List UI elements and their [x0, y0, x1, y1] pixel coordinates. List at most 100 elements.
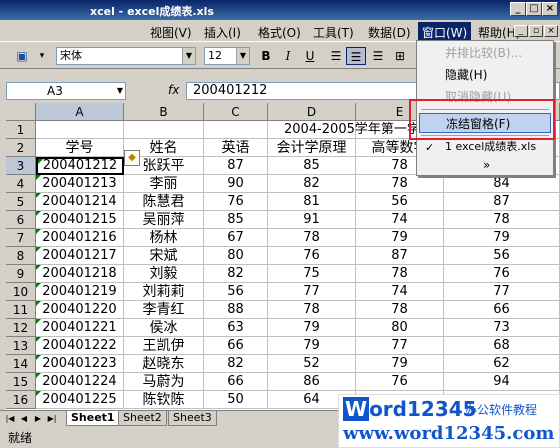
student-name-cell[interactable]: 王凯伊: [124, 337, 204, 355]
row-header[interactable]: 13: [6, 337, 36, 355]
student-name-cell[interactable]: 马蔚为: [124, 373, 204, 391]
first-sheet-icon[interactable]: |◀: [4, 413, 16, 425]
italic-button[interactable]: I: [278, 47, 298, 65]
menu-format[interactable]: 格式(O): [258, 24, 301, 41]
student-id-cell[interactable]: 200401221: [36, 319, 124, 337]
menu-view[interactable]: 视图(V): [150, 24, 192, 41]
menu-tools[interactable]: 工具(T): [313, 24, 354, 41]
score-cell[interactable]: 56: [444, 247, 560, 265]
last-sheet-icon[interactable]: ▶|: [46, 413, 58, 425]
row-header[interactable]: 14: [6, 355, 36, 373]
score-cell[interactable]: 79: [444, 229, 560, 247]
name-box[interactable]: A3 ▼: [6, 82, 126, 100]
menu-expand-icon[interactable]: »: [419, 155, 551, 175]
score-cell[interactable]: 78: [268, 301, 356, 319]
align-center-icon[interactable]: ☰: [346, 47, 366, 65]
row-header[interactable]: 12: [6, 319, 36, 337]
score-cell[interactable]: 94: [444, 373, 560, 391]
score-cell[interactable]: 67: [204, 229, 268, 247]
doc-restore-icon[interactable]: ▫: [529, 25, 543, 37]
student-id-cell[interactable]: 200401218: [36, 265, 124, 283]
score-cell[interactable]: 82: [268, 175, 356, 193]
student-id-cell[interactable]: 200401217: [36, 247, 124, 265]
score-cell[interactable]: 85: [204, 211, 268, 229]
student-name-cell[interactable]: 李丽: [124, 175, 204, 193]
row-header[interactable]: 8: [6, 247, 36, 265]
grid-cell[interactable]: [124, 121, 204, 139]
tab-sheet2[interactable]: Sheet2: [118, 411, 167, 426]
menu-item-compare-side-by-side[interactable]: 并排比较(B)...: [419, 43, 551, 63]
student-name-cell[interactable]: 赵晓东: [124, 355, 204, 373]
grid-cell[interactable]: [204, 121, 268, 139]
menu-item-hide[interactable]: 隐藏(H): [419, 65, 551, 85]
error-warning-icon[interactable]: ◆: [124, 150, 140, 166]
score-cell[interactable]: 56: [204, 283, 268, 301]
score-cell[interactable]: 76: [356, 373, 444, 391]
row-header[interactable]: 10: [6, 283, 36, 301]
bold-button[interactable]: B: [256, 47, 276, 65]
select-all-corner[interactable]: [6, 103, 36, 121]
student-id-cell[interactable]: 200401220: [36, 301, 124, 319]
score-cell[interactable]: 77: [444, 283, 560, 301]
score-cell[interactable]: 79: [356, 355, 444, 373]
student-id-cell[interactable]: 200401224: [36, 373, 124, 391]
score-cell[interactable]: 76: [204, 193, 268, 211]
menu-item-window-1[interactable]: 1 excel成绩表.xls: [419, 137, 551, 157]
font-size-combo[interactable]: 12 ▼: [204, 47, 250, 65]
chevron-down-icon[interactable]: ▼: [117, 83, 123, 99]
score-cell[interactable]: 73: [444, 319, 560, 337]
student-id-cell[interactable]: 200401222: [36, 337, 124, 355]
row-header[interactable]: 5: [6, 193, 36, 211]
score-cell[interactable]: 62: [444, 355, 560, 373]
student-id-cell[interactable]: 200401213: [36, 175, 124, 193]
row-header[interactable]: 16: [6, 391, 36, 409]
score-cell[interactable]: 78: [444, 211, 560, 229]
score-cell[interactable]: 82: [204, 265, 268, 283]
merge-center-icon[interactable]: ⊞: [390, 47, 410, 65]
save-icon[interactable]: ▣: [14, 48, 30, 64]
student-name-cell[interactable]: 刘毅: [124, 265, 204, 283]
score-cell[interactable]: 87: [444, 193, 560, 211]
score-cell[interactable]: 77: [268, 283, 356, 301]
menu-data[interactable]: 数据(D): [368, 24, 411, 41]
student-id-cell[interactable]: 200401212: [36, 157, 124, 175]
score-cell[interactable]: 87: [204, 157, 268, 175]
score-cell[interactable]: 84: [444, 175, 560, 193]
score-cell[interactable]: 63: [204, 319, 268, 337]
col-header-d[interactable]: D: [268, 103, 356, 121]
score-cell[interactable]: 66: [444, 301, 560, 319]
header-cell[interactable]: 学号: [36, 139, 124, 157]
student-name-cell[interactable]: 吴丽萍: [124, 211, 204, 229]
col-header-b[interactable]: B: [124, 103, 204, 121]
score-cell[interactable]: 79: [268, 337, 356, 355]
align-left-icon[interactable]: ☰: [326, 47, 346, 65]
score-cell[interactable]: 78: [356, 301, 444, 319]
score-cell[interactable]: 80: [356, 319, 444, 337]
tab-sheet3[interactable]: Sheet3: [168, 411, 217, 426]
row-header[interactable]: 11: [6, 301, 36, 319]
close-icon[interactable]: ×: [542, 2, 558, 16]
menu-insert[interactable]: 插入(I): [204, 24, 241, 41]
chevron-down-icon[interactable]: ▼: [236, 48, 249, 64]
score-cell[interactable]: 78: [356, 265, 444, 283]
score-cell[interactable]: 68: [444, 337, 560, 355]
student-name-cell[interactable]: 侯冰: [124, 319, 204, 337]
row-header[interactable]: 3: [6, 157, 36, 175]
score-cell[interactable]: 75: [268, 265, 356, 283]
grid-cell[interactable]: [36, 121, 124, 139]
menu-window[interactable]: 窗口(W): [418, 22, 472, 40]
score-cell[interactable]: 87: [356, 247, 444, 265]
row-header[interactable]: 2: [6, 139, 36, 157]
align-right-icon[interactable]: ☰: [368, 47, 388, 65]
row-header[interactable]: 9: [6, 265, 36, 283]
student-id-cell[interactable]: 200401219: [36, 283, 124, 301]
fx-icon[interactable]: fx: [168, 83, 179, 97]
header-cell[interactable]: 会计学原理: [268, 139, 356, 157]
score-cell[interactable]: 66: [204, 337, 268, 355]
score-cell[interactable]: 76: [444, 265, 560, 283]
row-header[interactable]: 7: [6, 229, 36, 247]
student-id-cell[interactable]: 200401214: [36, 193, 124, 211]
score-cell[interactable]: 86: [268, 373, 356, 391]
prev-sheet-icon[interactable]: ◀: [18, 413, 30, 425]
student-id-cell[interactable]: 200401215: [36, 211, 124, 229]
